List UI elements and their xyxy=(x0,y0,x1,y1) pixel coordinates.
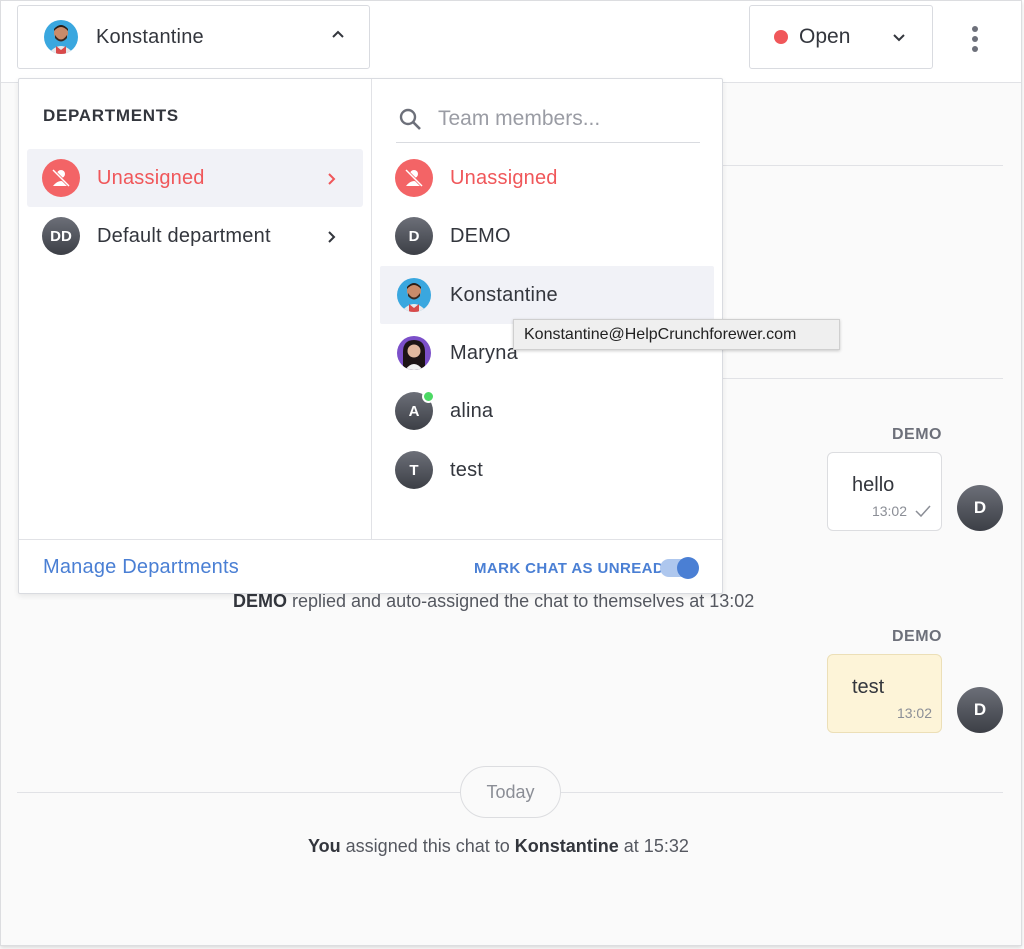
divider xyxy=(723,165,1003,166)
message-time: 13:02 xyxy=(871,503,907,519)
member-item-demo[interactable]: D DEMO xyxy=(380,207,714,265)
department-label: Unassigned xyxy=(97,166,205,189)
email-tooltip: Konstantine@HelpCrunchforewer.com xyxy=(513,319,840,350)
chevron-right-icon xyxy=(328,231,336,243)
status-label: Open xyxy=(799,25,851,48)
member-label: DEMO xyxy=(450,224,511,247)
message-bubble[interactable]: test 13:02 xyxy=(827,654,942,733)
status-dot xyxy=(774,30,788,44)
message-time: 13:02 xyxy=(896,705,932,721)
member-item-alina[interactable]: A alina xyxy=(380,382,714,440)
system-actor: DEMO xyxy=(233,591,287,611)
user-photo-konstantine-icon xyxy=(397,278,431,312)
assignee-name: Konstantine xyxy=(96,25,204,48)
member-search xyxy=(396,95,700,143)
message-sender: DEMO xyxy=(892,628,942,645)
manage-departments-link[interactable]: Manage Departments xyxy=(43,556,239,579)
more-vertical-icon[interactable] xyxy=(963,19,987,59)
assignee-select[interactable]: Konstantine xyxy=(17,5,370,69)
team-members-panel: Unassigned D DEMO Konstantine Maryna xyxy=(372,79,722,539)
avatar: A xyxy=(395,390,435,430)
chevron-right-icon xyxy=(328,173,336,185)
date-divider: Today xyxy=(460,766,561,818)
avatar: D xyxy=(957,687,1003,733)
chat-header: Konstantine Open xyxy=(1,1,1021,83)
avatar: T xyxy=(395,451,433,489)
member-label: Konstantine xyxy=(450,283,558,306)
system-message: You assigned this chat to Konstantine at… xyxy=(308,836,689,857)
message-sender: DEMO xyxy=(892,426,942,443)
member-label: alina xyxy=(450,399,494,422)
department-item-default[interactable]: DD Default department xyxy=(27,207,363,265)
member-search-input[interactable] xyxy=(438,106,688,131)
department-label: Default department xyxy=(97,224,271,247)
avatar: D xyxy=(957,485,1003,531)
system-text: at 15:32 xyxy=(618,836,689,856)
message-text: test xyxy=(852,676,885,698)
member-label: Maryna xyxy=(450,341,518,364)
toggle-knob xyxy=(677,557,699,579)
search-icon xyxy=(399,108,421,130)
message-bubble[interactable]: hello 13:02 xyxy=(827,452,942,531)
message-text: hello xyxy=(852,474,895,496)
unassigned-icon xyxy=(395,159,433,197)
mark-unread-label: MARK CHAT AS UNREAD xyxy=(474,560,665,577)
online-status-dot xyxy=(422,390,435,403)
avatar-initials: A xyxy=(408,402,420,420)
member-label: Unassigned xyxy=(450,166,558,189)
user-photo-konstantine-icon xyxy=(44,20,78,54)
check-icon xyxy=(915,505,931,517)
member-item-unassigned[interactable]: Unassigned xyxy=(380,149,714,207)
system-text: assigned this chat to xyxy=(340,836,515,856)
user-photo-maryna-icon xyxy=(397,336,431,370)
chat-window: DEMO hello 13:02 D DEMO replied and auto… xyxy=(0,0,1022,946)
system-text: replied and auto-assigned the chat to th… xyxy=(287,591,755,611)
system-message: DEMO replied and auto-assigned the chat … xyxy=(233,591,754,612)
avatar: D xyxy=(395,217,433,255)
department-item-unassigned[interactable]: Unassigned xyxy=(27,149,363,207)
divider xyxy=(723,378,1003,379)
mark-unread-toggle[interactable] xyxy=(660,557,699,579)
departments-heading: DEPARTMENTS xyxy=(43,106,179,125)
member-label: test xyxy=(450,458,484,481)
departments-panel: DEPARTMENTS Unassigned DD Default depart… xyxy=(19,79,372,539)
member-item-konstantine[interactable]: Konstantine xyxy=(380,266,714,324)
system-target: Konstantine xyxy=(514,836,619,856)
dropdown-footer: Manage Departments MARK CHAT AS UNREAD xyxy=(19,539,722,593)
status-select[interactable]: Open xyxy=(749,5,933,69)
avatar: DD xyxy=(42,217,80,255)
member-item-test[interactable]: T test xyxy=(380,441,714,499)
chevron-up-icon xyxy=(332,30,344,38)
unassigned-icon xyxy=(42,159,80,197)
chevron-down-icon xyxy=(893,34,905,42)
system-actor: You xyxy=(308,836,341,856)
